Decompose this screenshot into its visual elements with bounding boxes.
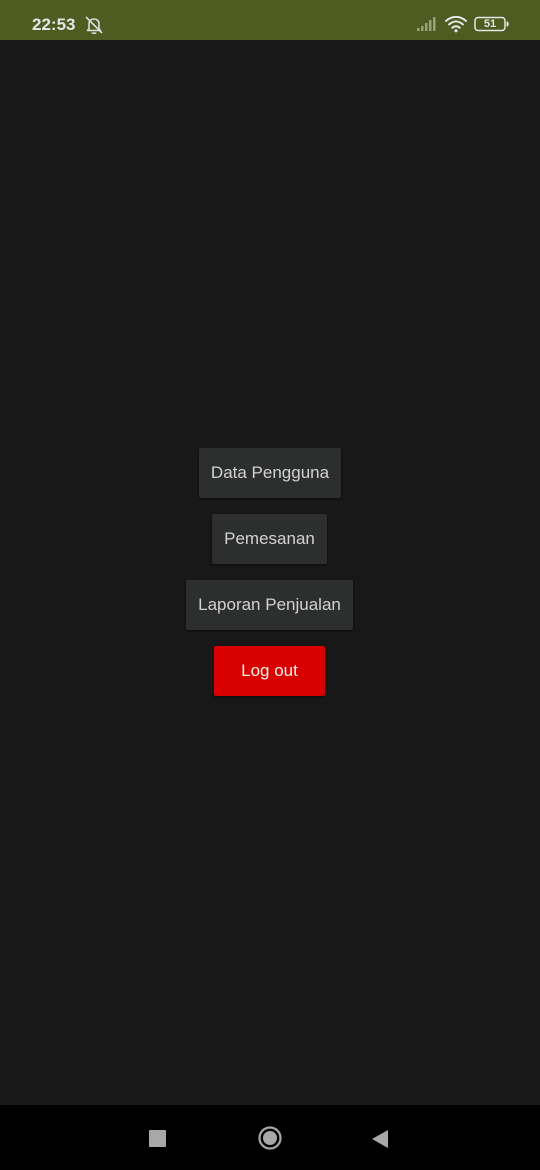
battery-level: 51 (483, 18, 497, 30)
home-icon[interactable] (258, 1126, 282, 1150)
status-bar: 22:53 51 (0, 0, 540, 40)
wifi-icon (445, 15, 467, 33)
pemesanan-button[interactable]: Pemesanan (212, 514, 327, 564)
laporan-penjualan-button[interactable]: Laporan Penjualan (186, 580, 353, 630)
data-pengguna-button[interactable]: Data Pengguna (199, 448, 341, 498)
status-clock: 22:53 (32, 15, 76, 34)
alarm-off-icon (85, 16, 103, 35)
logout-button[interactable]: Log out (214, 646, 325, 696)
main-content: Data Pengguna Pemesanan Laporan Penjuala… (0, 40, 540, 1105)
recent-apps-icon[interactable] (149, 1130, 166, 1147)
back-icon[interactable] (371, 1129, 389, 1149)
signal-icon (417, 17, 436, 31)
navigation-bar (0, 1105, 540, 1170)
